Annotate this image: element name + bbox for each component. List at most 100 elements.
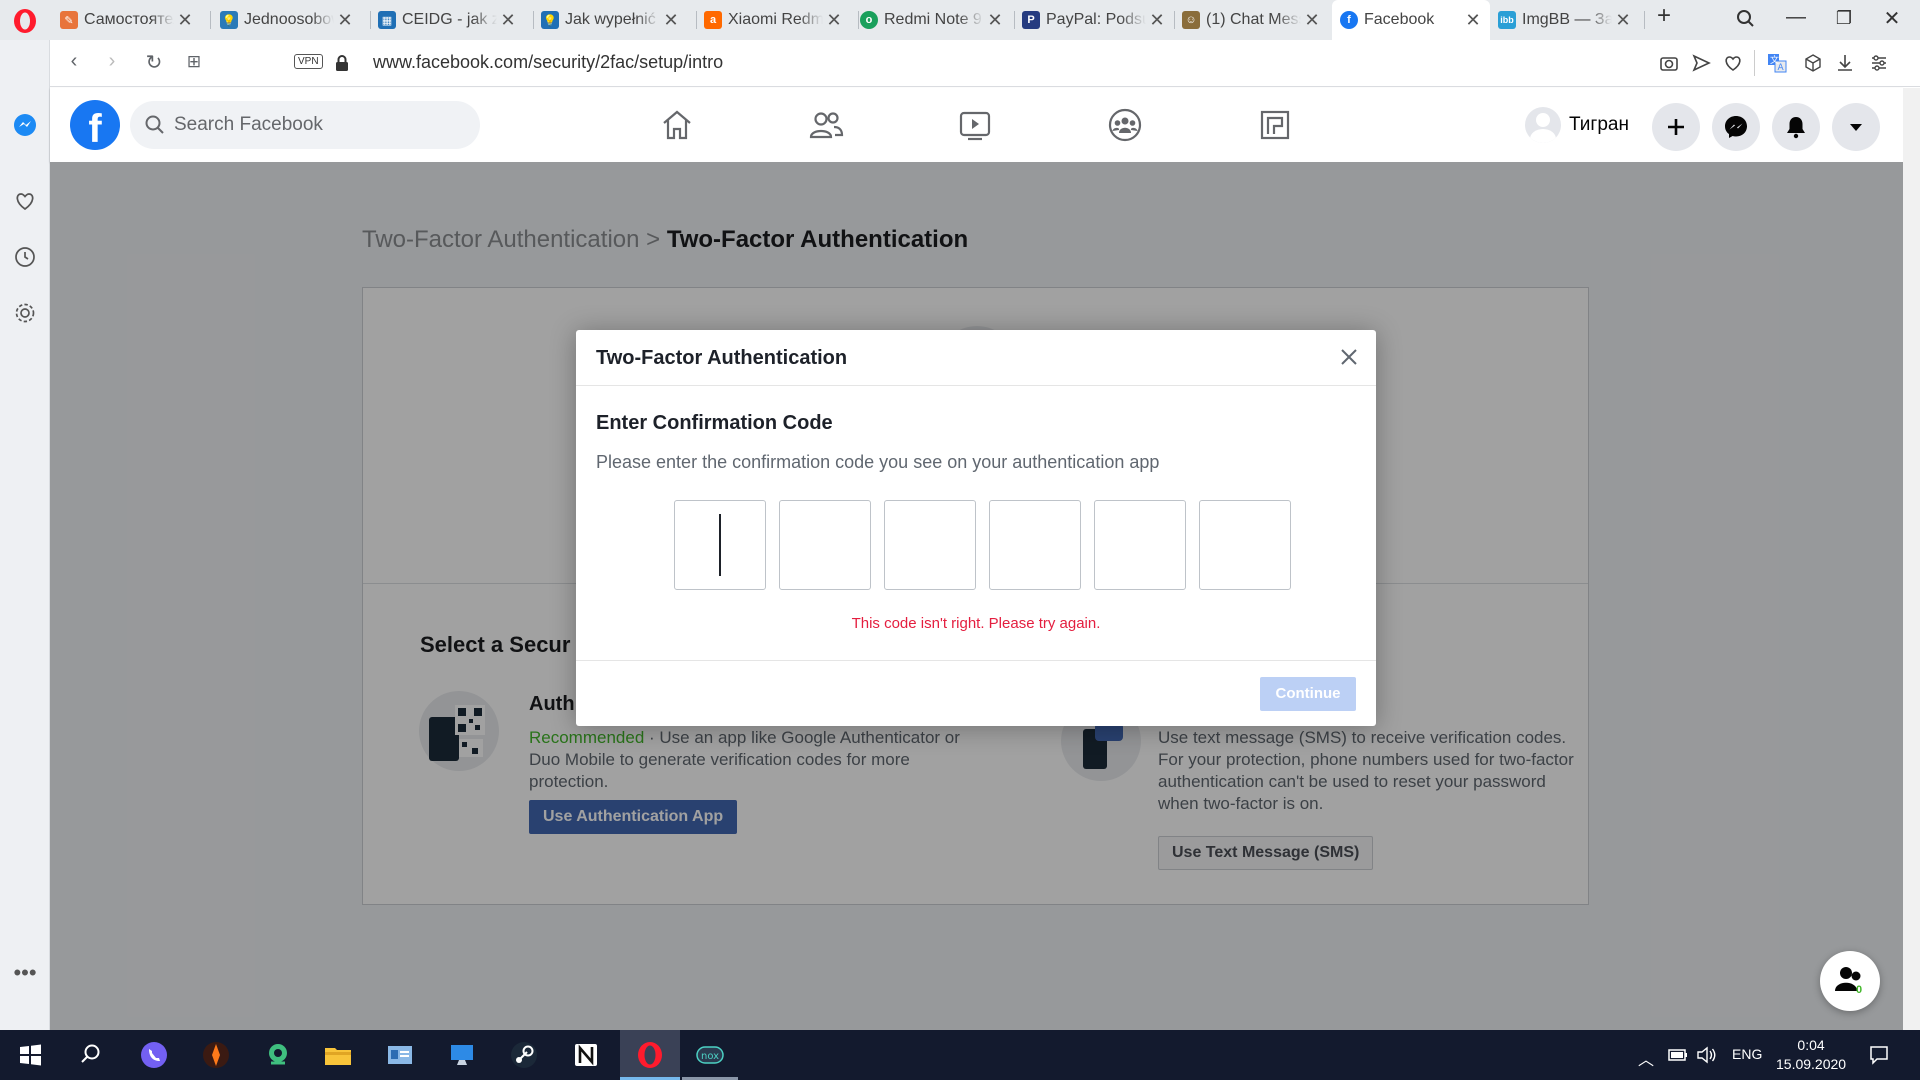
search-box[interactable]	[130, 101, 480, 149]
notifications-center-icon[interactable]	[1868, 1044, 1890, 1066]
code-digit-4[interactable]	[989, 500, 1081, 590]
clock-date: 15.09.2020	[1776, 1056, 1847, 1072]
search-input[interactable]	[174, 101, 464, 149]
new-message-button[interactable]: 0	[1820, 951, 1880, 1011]
tab-2[interactable]: 💡 Jednoosobowa ✕	[212, 4, 362, 36]
close-tab-icon[interactable]: ✕	[1612, 10, 1634, 31]
file-explorer-icon[interactable]	[322, 1039, 354, 1071]
lock-icon[interactable]	[334, 54, 350, 72]
code-digit-3[interactable]	[884, 500, 976, 590]
settings-gear-icon[interactable]	[12, 300, 38, 326]
close-tab-icon[interactable]: ✕	[174, 10, 196, 31]
opera-browser-icon[interactable]	[634, 1039, 666, 1071]
back-icon[interactable]: ‹	[60, 50, 88, 73]
groups-icon	[1108, 108, 1142, 142]
windows-taskbar: nox ︿ ENG 0:04 15.09.2020	[0, 1030, 1920, 1080]
tab-5[interactable]: a Xiaomi Redmi ✕	[696, 4, 851, 36]
watch-video-icon	[959, 111, 991, 141]
battery-icon[interactable]	[1668, 1048, 1688, 1062]
notifications-button[interactable]	[1772, 103, 1820, 151]
maps-pin-icon[interactable]	[262, 1039, 294, 1071]
forward-icon[interactable]: ›	[98, 50, 126, 73]
heart-icon[interactable]	[12, 188, 38, 214]
divider	[1754, 50, 1755, 76]
close-tab-icon[interactable]: ✕	[984, 10, 1006, 31]
facebook-logo-icon[interactable]: f	[70, 100, 120, 150]
close-icon[interactable]	[1336, 344, 1362, 370]
tab-6[interactable]: o Redmi Note 9 ✕	[852, 4, 1012, 36]
tab-7[interactable]: P PayPal: Podsu ✕	[1014, 4, 1174, 36]
volume-icon[interactable]	[1696, 1046, 1718, 1064]
code-digit-6[interactable]	[1199, 500, 1291, 590]
tab-favicon-icon: ✎	[60, 11, 78, 29]
opera-sidebar: •••	[0, 40, 50, 1030]
tab-8[interactable]: ☺ (1) Chat Mess ✕	[1174, 4, 1329, 36]
steam-icon[interactable]	[508, 1039, 540, 1071]
game-launcher-icon[interactable]	[200, 1039, 232, 1071]
profile-link[interactable]: Тигран	[1525, 102, 1629, 148]
notion-icon[interactable]	[570, 1039, 602, 1071]
minimize-icon[interactable]: —	[1776, 6, 1816, 29]
close-tab-icon[interactable]: ✕	[1301, 10, 1323, 31]
close-tab-icon[interactable]: ✕	[823, 10, 845, 31]
remote-desktop-icon[interactable]	[446, 1039, 478, 1071]
camera-snapshot-icon[interactable]	[1658, 52, 1680, 74]
code-digit-5[interactable]	[1094, 500, 1186, 590]
close-tab-icon[interactable]: ✕	[1462, 10, 1484, 31]
contacts-card-icon[interactable]	[384, 1039, 416, 1071]
account-menu-button[interactable]	[1832, 103, 1880, 151]
continue-button[interactable]: Continue	[1260, 677, 1356, 711]
messenger-button[interactable]	[1712, 103, 1760, 151]
tab-3[interactable]: ▦ CEIDG - jak za ✕	[370, 4, 525, 36]
tab-1[interactable]: ✎ Самостоятельн ✕	[52, 4, 202, 36]
nav-watch-tab[interactable]	[945, 98, 1005, 152]
avatar	[1525, 107, 1561, 143]
url-text[interactable]: www.facebook.com/security/2fac/setup/int…	[373, 52, 723, 73]
system-clock[interactable]: 0:04 15.09.2020	[1776, 1036, 1846, 1074]
input-language[interactable]: ENG	[1732, 1046, 1762, 1062]
messenger-icon[interactable]	[12, 112, 38, 138]
windows-start-icon[interactable]	[14, 1039, 46, 1071]
send-icon[interactable]	[1690, 52, 1712, 74]
restore-icon[interactable]: ❐	[1824, 8, 1864, 29]
close-tab-icon[interactable]: ✕	[497, 10, 519, 31]
heart-icon[interactable]	[1722, 52, 1744, 74]
reload-icon[interactable]: ↻	[140, 50, 168, 75]
tabs-grid-icon[interactable]: ⊞	[180, 52, 208, 72]
nox-player-icon[interactable]: nox	[694, 1039, 726, 1071]
close-tab-icon[interactable]: ✕	[334, 10, 356, 31]
create-button[interactable]	[1652, 103, 1700, 151]
tab-favicon-icon: 💡	[220, 11, 238, 29]
search-icon[interactable]	[74, 1039, 106, 1071]
nav-groups-tab[interactable]	[1095, 98, 1155, 152]
show-hidden-icons-icon[interactable]: ︿	[1638, 1046, 1654, 1070]
easy-setup-icon[interactable]	[1868, 52, 1890, 74]
nav-home-tab[interactable]	[647, 98, 707, 152]
tab-favicon-icon: 💡	[541, 11, 559, 29]
dialog-header: Two-Factor Authentication	[576, 330, 1376, 386]
bell-icon	[1787, 117, 1805, 139]
translate-icon[interactable]: 文A	[1766, 52, 1788, 74]
search-tabs-icon[interactable]	[1726, 8, 1766, 30]
tab-4[interactable]: 💡 Jak wypełnić ✕	[533, 4, 688, 36]
close-tab-icon[interactable]: ✕	[1146, 10, 1168, 31]
more-options-icon[interactable]: •••	[12, 962, 38, 994]
download-icon[interactable]	[1834, 52, 1856, 74]
tab-favicon-icon: ☺	[1182, 11, 1200, 29]
nav-friends-tab[interactable]	[796, 98, 856, 152]
code-digit-2[interactable]	[779, 500, 871, 590]
tab-facebook-active[interactable]: f Facebook ✕	[1332, 0, 1490, 40]
tab-10[interactable]: ibb ImgBB — Загр ✕	[1490, 4, 1640, 36]
extensions-cube-icon[interactable]	[1802, 52, 1824, 74]
search-icon	[145, 115, 164, 134]
close-tab-icon[interactable]: ✕	[660, 10, 682, 31]
nav-gaming-tab[interactable]	[1245, 98, 1305, 152]
opera-menu-icon[interactable]	[12, 8, 38, 34]
viber-icon[interactable]	[138, 1039, 170, 1071]
page-scrollbar[interactable]	[1903, 88, 1920, 1030]
history-clock-icon[interactable]	[12, 244, 38, 270]
tab-favicon-icon: ibb	[1498, 11, 1516, 29]
new-tab-button[interactable]: +	[1644, 2, 1684, 30]
close-window-icon[interactable]: ✕	[1872, 6, 1912, 31]
vpn-badge[interactable]: VPN	[294, 54, 323, 69]
